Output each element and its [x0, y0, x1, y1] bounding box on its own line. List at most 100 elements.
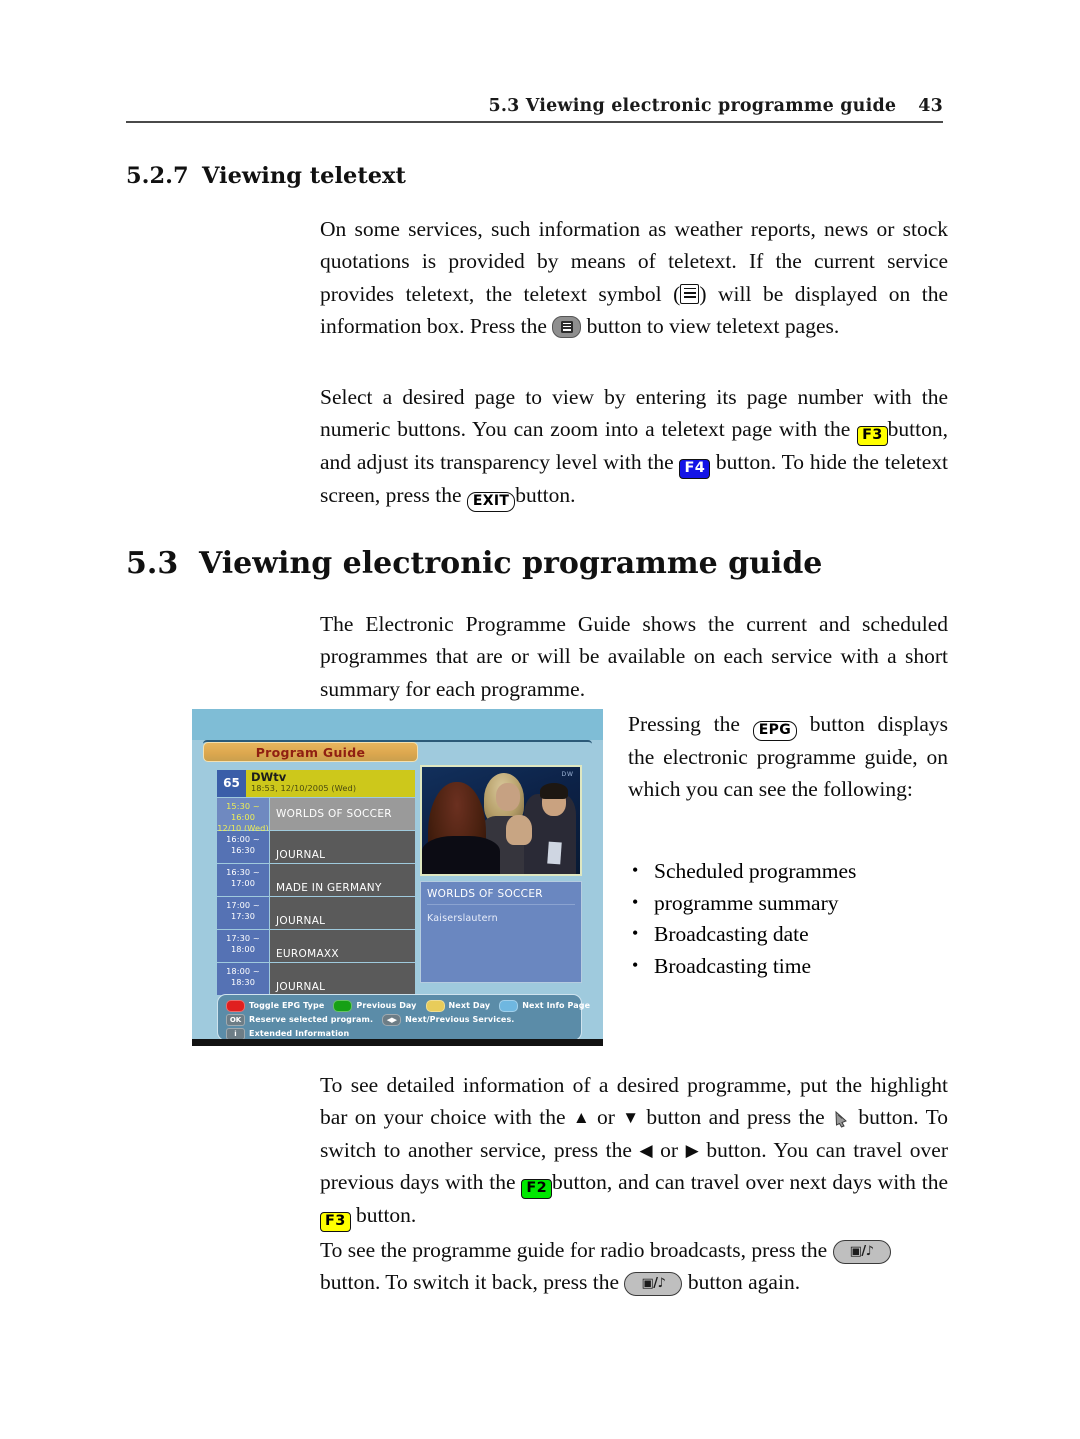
programme-info-panel: WORLDS OF SOCCER Kaiserslautern — [420, 881, 582, 983]
programme-time-range: 16:00 ~ 16:30 — [226, 834, 260, 855]
key-f3-teletext: F3 — [857, 426, 888, 447]
table-row[interactable]: 17:00 ~ 17:30 JOURNAL — [217, 897, 415, 929]
legend-label: Next/Previous Services. — [405, 1015, 515, 1024]
teletext-usage-text-d: button. — [515, 483, 576, 508]
legend-item-previous-day[interactable]: Previous Day — [333, 999, 417, 1012]
legend-item-next-day[interactable]: Next Day — [425, 999, 491, 1012]
epg-press-text-a: Pressing the — [628, 712, 740, 736]
programme-time: 18:00 ~ 18:30 — [217, 963, 269, 995]
header-rule — [126, 121, 943, 123]
programme-name-cell: MADE IN GERMANY — [270, 864, 415, 896]
bullet-label: Broadcasting time — [654, 953, 812, 978]
video-person-center-hand — [506, 815, 532, 845]
programme-time-range: 15:30 ~ 16:00 — [226, 801, 260, 822]
section-title-teletext: Viewing teletext — [202, 163, 406, 189]
red-button-icon — [226, 999, 245, 1012]
key-f3-epg: F3 — [320, 1212, 351, 1233]
key-exit: EXIT — [466, 492, 516, 513]
key-epg: EPG — [752, 721, 797, 741]
radio-text-a: To see the programme guide for radio bro… — [320, 1238, 828, 1262]
legend-row-1: Toggle EPG Type Previous Day Next Day Ne… — [226, 999, 590, 1012]
list-item: Broadcasting date — [628, 918, 958, 951]
programme-time: 17:00 ~ 17:30 — [217, 897, 269, 929]
paragraph-epg-intro: The Electronic Programme Guide shows the… — [320, 612, 948, 701]
ok-key-icon: OK — [226, 1013, 245, 1026]
programme-title: JOURNAL — [276, 981, 326, 993]
video-person-right-shirt — [547, 841, 562, 865]
legend-label: Next Day — [448, 1001, 491, 1010]
screen-bottom-bar — [192, 1039, 603, 1046]
channel-info: DWtv 18:53, 12/10/2005 (Wed) — [246, 770, 415, 797]
section-number-teletext: 5.2.7 — [126, 163, 189, 189]
green-button-icon — [333, 999, 353, 1012]
programme-name-cell: JOURNAL — [270, 963, 415, 995]
teletext-symbol-icon — [680, 283, 700, 304]
programme-time: 16:00 ~ 16:30 — [217, 831, 269, 863]
epg-nav-text-e: button, and can travel over next days wi… — [551, 1170, 949, 1195]
epg-channel-row[interactable]: 65 DWtv 18:53, 12/10/2005 (Wed) — [217, 770, 415, 797]
section-heading-teletext: 5.2.7 Viewing teletext — [126, 163, 406, 189]
legend-label: Toggle EPG Type — [249, 1001, 325, 1010]
programme-title: MADE IN GERMANY — [276, 882, 382, 894]
tv-radio-button-icon-2: ▣/♪ — [624, 1272, 683, 1297]
programme-title: JOURNAL — [276, 849, 326, 861]
legend-item-toggle-epg-type[interactable]: Toggle EPG Type — [226, 999, 325, 1012]
table-row[interactable]: 17:30 ~ 18:00 EUROMAXX — [217, 930, 415, 962]
legend-item-reserve-program[interactable]: OK Reserve selected program. — [226, 1013, 374, 1026]
page-number: 43 — [918, 96, 943, 116]
info-key-icon: i — [226, 1027, 245, 1040]
list-item: programme summary — [628, 887, 958, 920]
broadcaster-logo: DW — [561, 771, 574, 778]
key-f2: F2 — [521, 1179, 552, 1200]
teletext-intro-text-c: button to view teletext pages. — [586, 314, 840, 339]
arrow-left-icon: ◀ — [639, 1140, 653, 1160]
tv-radio-glyph-2: ▣/♪ — [641, 1276, 666, 1292]
paragraph-radio-guide: To see the programme guide for radio bro… — [320, 1234, 948, 1299]
radio-text-b: button. To switch it back, press the — [320, 1270, 620, 1295]
programme-time-range: 17:00 ~ 17:30 — [226, 900, 260, 921]
section-heading-epg: 5.3 Viewing electronic programme guide — [126, 546, 822, 581]
video-person-center-face — [496, 783, 520, 811]
legend-item-next-info-page[interactable]: Next Info Page — [499, 999, 591, 1012]
table-row[interactable]: 16:00 ~ 16:30 JOURNAL — [217, 831, 415, 863]
programme-time-range: 18:00 ~ 18:30 — [226, 966, 260, 987]
tv-radio-glyph: ▣/♪ — [849, 1244, 874, 1259]
left-right-arrows-icon: ◀▶ — [382, 1013, 402, 1026]
table-row[interactable]: 18:00 ~ 18:30 JOURNAL — [217, 963, 415, 995]
list-item: Scheduled programmes — [628, 855, 958, 888]
yellow-button-icon — [425, 999, 445, 1012]
legend-label: Previous Day — [356, 1001, 417, 1010]
programme-title: EUROMAXX — [276, 948, 339, 960]
programme-time: 17:30 ~ 18:00 — [217, 930, 269, 962]
paragraph-teletext-usage: Select a desired page to view by enterin… — [320, 381, 948, 513]
epg-feature-list: Scheduled programmes programme summary B… — [628, 855, 958, 982]
epg-nav-text-b: button and press the — [646, 1105, 825, 1130]
programme-title: JOURNAL — [276, 915, 326, 927]
legend-label: Reserve selected program. — [249, 1015, 374, 1024]
legend-label: Next Info Page — [522, 1001, 591, 1010]
epg-nav-text-f: button. — [355, 1203, 417, 1228]
blue-button-icon — [499, 999, 519, 1012]
legend-item-next-previous-services[interactable]: ◀▶ Next/Previous Services. — [382, 1013, 515, 1026]
radio-text-c: button again. — [687, 1270, 801, 1295]
table-row[interactable]: 15:30 ~ 16:00 12/10 (Wed) WORLDS OF SOCC… — [217, 798, 415, 833]
section-title-epg: Viewing electronic programme guide — [199, 546, 823, 581]
programme-title: WORLDS OF SOCCER — [276, 808, 392, 820]
info-panel-title: WORLDS OF SOCCER — [427, 886, 575, 905]
epg-nav-or-1: or — [596, 1105, 615, 1130]
epg-programme-list[interactable]: 15:30 ~ 16:00 12/10 (Wed) WORLDS OF SOCC… — [217, 798, 415, 996]
programme-time: 15:30 ~ 16:00 12/10 (Wed) — [217, 798, 269, 833]
epg-legend-panel: Toggle EPG Type Previous Day Next Day Ne… — [217, 994, 590, 1041]
legend-item-extended-information[interactable]: i Extended Information — [226, 1027, 349, 1040]
programme-name-cell: EUROMAXX — [270, 930, 415, 962]
video-person-right-hair — [540, 783, 568, 799]
programme-time-range: 16:30 ~ 17:00 — [226, 867, 260, 888]
epg-nav-or-2: or — [660, 1137, 679, 1162]
info-panel-summary: Kaiserslautern — [427, 913, 498, 924]
table-row[interactable]: 16:30 ~ 17:00 MADE IN GERMANY — [217, 864, 415, 896]
bullet-label: Broadcasting date — [654, 922, 809, 946]
tv-radio-button-icon: ▣/♪ — [832, 1240, 891, 1264]
arrow-down-icon: ▼ — [622, 1108, 640, 1128]
arrow-up-icon: ▲ — [572, 1108, 590, 1128]
arrow-right-icon: ▶ — [685, 1140, 699, 1160]
